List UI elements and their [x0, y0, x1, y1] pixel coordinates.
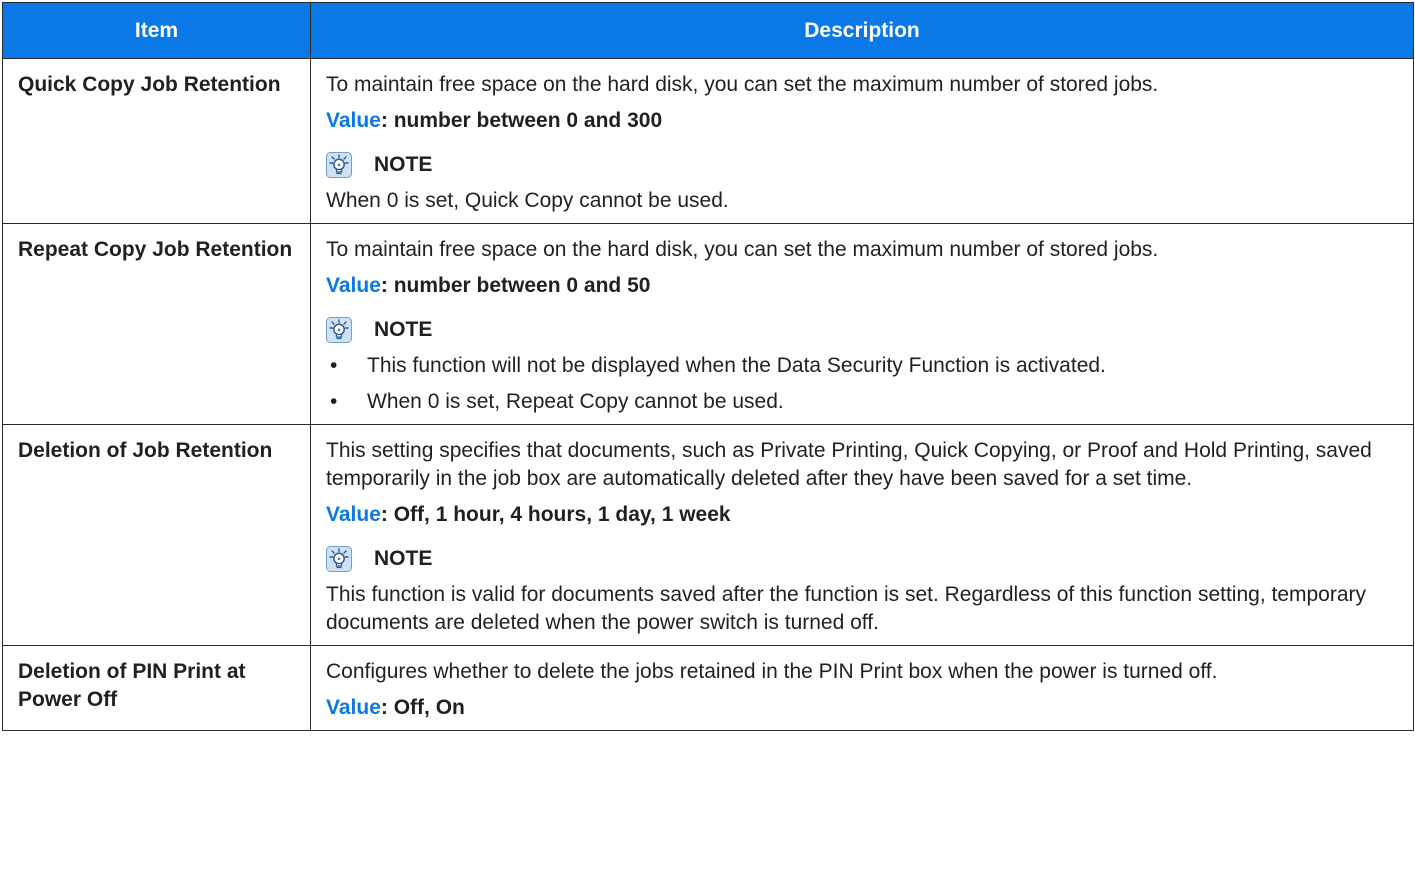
bullet-glyph: • [330, 354, 338, 377]
table-row: Quick Copy Job Retention To maintain fre… [2, 58, 1414, 224]
value-text: : number between 0 and 300 [380, 109, 663, 132]
bullet-text: This function will not be displayed when… [367, 354, 1106, 377]
note-heading: NOTE [326, 316, 1403, 344]
item-cell: Deletion of PIN Print at Power Off [2, 645, 311, 731]
description-text: To maintain free space on the hard disk,… [326, 73, 1159, 96]
item-cell: Deletion of Job Retention [2, 424, 311, 646]
settings-table: Item Description Quick Copy Job Retentio… [2, 2, 1414, 731]
header-item: Item [2, 2, 311, 59]
value-text: : number between 0 and 50 [380, 274, 651, 297]
description-text: To maintain free space on the hard disk,… [326, 238, 1159, 261]
value-text: : Off, 1 hour, 4 hours, 1 day, 1 week [380, 503, 731, 526]
description-text: This setting specifies that documents, s… [326, 439, 1372, 490]
table-row: Repeat Copy Job Retention To maintain fr… [2, 223, 1414, 425]
lightbulb-note-icon [326, 317, 352, 343]
item-cell: Repeat Copy Job Retention [2, 223, 311, 425]
note-heading: NOTE [326, 545, 1403, 573]
value-line: Value: number between 0 and 50 [326, 272, 1403, 300]
value-label: Value [326, 696, 381, 719]
lightbulb-note-icon [326, 546, 352, 572]
value-label: Value [326, 274, 381, 297]
bullet-text: When 0 is set, Repeat Copy cannot be use… [367, 390, 784, 413]
note-bullet-item: • When 0 is set, Repeat Copy cannot be us… [326, 388, 1403, 416]
value-label: Value [326, 503, 381, 526]
description-cell: To maintain free space on the hard disk,… [310, 58, 1414, 224]
value-label: Value [326, 109, 381, 132]
table-header-row: Item Description [2, 2, 1414, 59]
note-text: When 0 is set, Quick Copy cannot be used… [326, 189, 729, 212]
table-row: Deletion of PIN Print at Power Off Confi… [2, 645, 1414, 731]
bullet-glyph: • [330, 390, 338, 413]
note-text: This function is valid for documents sav… [326, 583, 1367, 634]
note-heading: NOTE [326, 151, 1403, 179]
value-text: : Off, On [380, 696, 465, 719]
note-label: NOTE [374, 547, 433, 570]
header-description: Description [310, 2, 1414, 59]
value-line: Value: Off, On [326, 694, 1403, 722]
description-text: Configures whether to delete the jobs re… [326, 660, 1218, 683]
lightbulb-note-icon [326, 152, 352, 178]
description-cell: This setting specifies that documents, s… [310, 424, 1414, 646]
note-label: NOTE [374, 318, 433, 341]
note-bullet-list: • This function will not be displayed whe… [326, 352, 1403, 416]
item-cell: Quick Copy Job Retention [2, 58, 311, 224]
description-cell: Configures whether to delete the jobs re… [310, 645, 1414, 731]
description-cell: To maintain free space on the hard disk,… [310, 223, 1414, 425]
note-bullet-item: • This function will not be displayed whe… [326, 352, 1403, 380]
table-row: Deletion of Job Retention This setting s… [2, 424, 1414, 646]
value-line: Value: number between 0 and 300 [326, 107, 1403, 135]
note-label: NOTE [374, 153, 433, 176]
value-line: Value: Off, 1 hour, 4 hours, 1 day, 1 we… [326, 501, 1403, 529]
